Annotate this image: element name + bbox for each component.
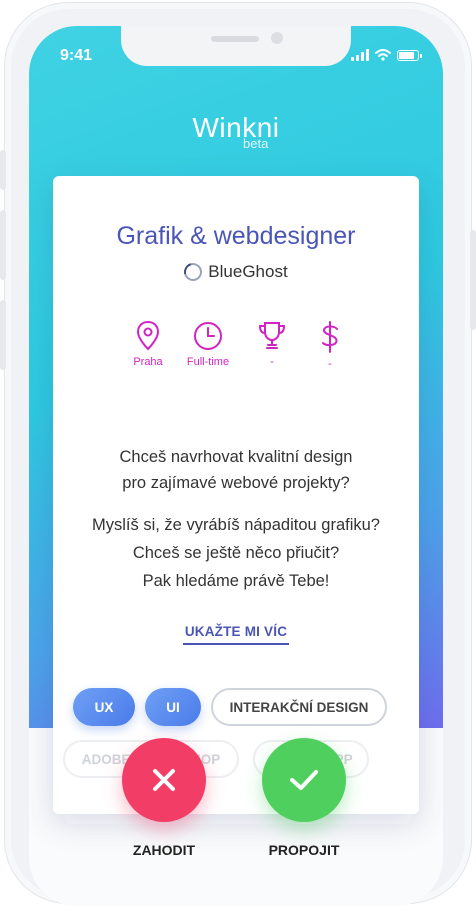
app-logo: Winkni bbox=[192, 112, 280, 143]
signal-icon bbox=[351, 49, 369, 61]
company-name: BlueGhost bbox=[208, 262, 288, 281]
reject-button[interactable] bbox=[122, 738, 206, 822]
phone-screen: 9:41 Winkni beta Grafik & webdesigner Bl… bbox=[29, 26, 443, 906]
accept-label: PROPOJIT bbox=[268, 842, 340, 858]
clock-icon bbox=[194, 322, 222, 350]
side-button bbox=[0, 210, 6, 280]
description-line: pro zajímavé webové projekty? bbox=[122, 474, 350, 492]
tag-ui[interactable]: UI bbox=[145, 688, 201, 726]
company-logo-icon bbox=[181, 259, 206, 285]
job-title: Grafik & webdesigner bbox=[116, 222, 356, 250]
checkmark-icon bbox=[290, 770, 318, 790]
status-time: 9:41 bbox=[60, 47, 93, 64]
side-button bbox=[0, 300, 6, 370]
trophy-icon bbox=[258, 322, 286, 349]
tag-ux[interactable]: UX bbox=[73, 688, 135, 726]
camera bbox=[271, 32, 283, 44]
beta-label: beta bbox=[243, 136, 269, 151]
description-line: Myslíš si, že vyrábíš nápaditou grafiku? bbox=[92, 516, 380, 534]
speaker bbox=[211, 36, 259, 42]
company: BlueGhost bbox=[53, 259, 419, 285]
accept-button[interactable] bbox=[262, 738, 346, 822]
status-bar: 9:41 bbox=[29, 26, 443, 86]
notch bbox=[121, 26, 351, 66]
tag-interaction-design[interactable]: INTERAKČNÍ DESIGN bbox=[211, 688, 387, 726]
fact-salary: - bbox=[295, 320, 365, 370]
side-button bbox=[470, 230, 476, 330]
battery-icon bbox=[397, 49, 422, 61]
location-pin-icon bbox=[136, 320, 160, 351]
description-line: Pak hledáme právě Tebe! bbox=[142, 572, 330, 590]
status-icons bbox=[351, 48, 422, 62]
fact-label: - bbox=[328, 358, 332, 370]
fact-label: Praha bbox=[133, 356, 163, 368]
show-more-link[interactable]: UKAŽTE MI VÍC bbox=[183, 624, 289, 645]
description-line: Chceš se ještě něco přiučit? bbox=[132, 544, 340, 562]
fact-label: Full-time bbox=[186, 356, 230, 368]
job-facts: Praha Full-time - - bbox=[113, 320, 373, 380]
fact-worktime: Full-time bbox=[173, 320, 243, 368]
side-button bbox=[0, 150, 6, 190]
close-icon bbox=[153, 769, 175, 791]
reject-label: ZAHODIT bbox=[132, 842, 196, 858]
wifi-icon bbox=[375, 49, 391, 61]
job-card[interactable]: Grafik & webdesigner BlueGhost Praha Ful… bbox=[53, 176, 419, 814]
description-line: Chceš navrhovat kvalitní design bbox=[119, 448, 353, 466]
fact-label: - bbox=[270, 356, 274, 368]
dollar-icon bbox=[322, 321, 338, 353]
